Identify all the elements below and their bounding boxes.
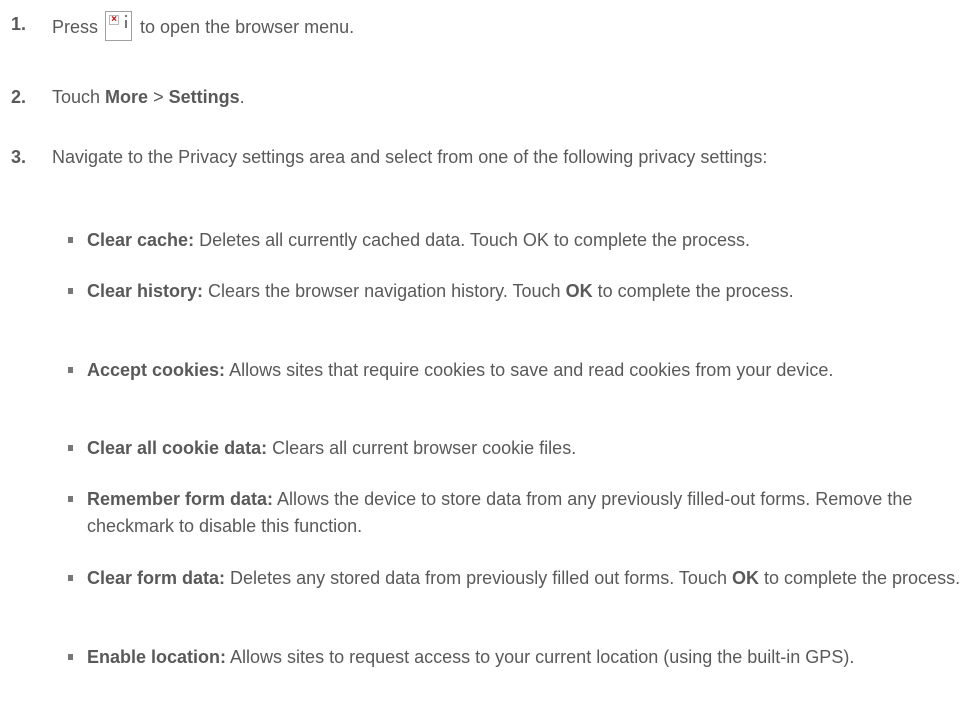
bullet-marker — [68, 496, 73, 502]
broken-image-icon: × — [109, 15, 120, 25]
bullet-marker — [68, 654, 73, 660]
step-number: 2. — [11, 87, 27, 107]
step-1: 1. Press × to open the browser menu. — [0, 6, 959, 41]
bullet-marker — [68, 367, 73, 373]
step-3: 3. Navigate to the Privacy settings area… — [0, 144, 959, 200]
instructions-page: 1. Press × to open the browser menu. 2. … — [0, 0, 971, 708]
step-number: 3. — [11, 147, 27, 167]
step-2: 2. Touch More > Settings. — [0, 84, 959, 112]
browser-menu-icon: × — [105, 11, 133, 41]
step-text: Press × to open the browser menu. — [52, 11, 959, 41]
step-text: Touch More > Settings. — [52, 87, 245, 107]
step-text: Navigate to the Privacy settings area an… — [52, 147, 768, 167]
step-number: 1. — [11, 14, 27, 34]
bullet-marker — [68, 575, 73, 581]
bullet-marker — [68, 288, 73, 294]
bullet-marker — [68, 445, 73, 451]
bullet-marker — [68, 237, 73, 243]
